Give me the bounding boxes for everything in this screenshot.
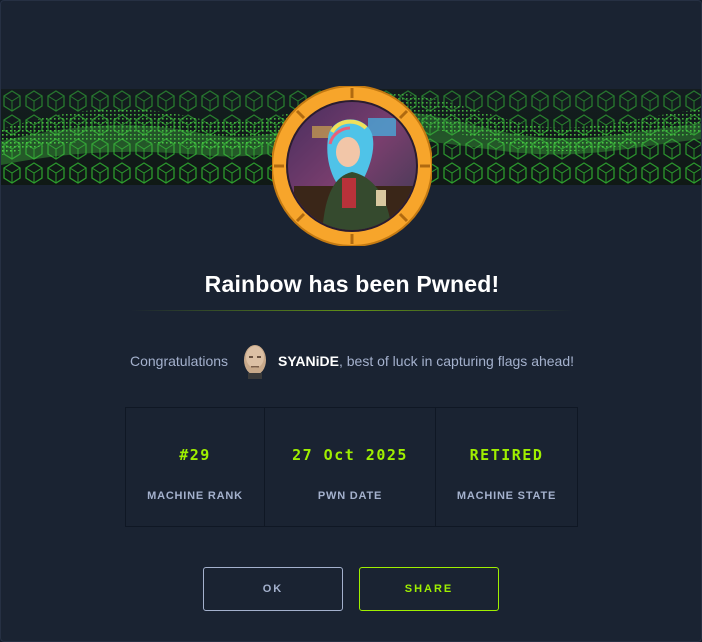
stat-value: 27 Oct 2025 bbox=[292, 446, 408, 464]
stat-label: MACHINE RANK bbox=[147, 490, 243, 502]
stat-value: #29 bbox=[179, 446, 211, 464]
share-button[interactable]: SHARE bbox=[359, 567, 499, 611]
title-divider bbox=[131, 310, 573, 311]
congrats-line: Congratulations SYANiDE , best of luck i… bbox=[1, 343, 701, 379]
stat-value: RETIRED bbox=[469, 446, 544, 464]
congrats-suffix: , best of luck in capturing flags ahead! bbox=[338, 353, 575, 369]
stat-label: PWN DATE bbox=[317, 490, 383, 502]
username: SYANiDE bbox=[278, 353, 339, 369]
stat-pwn-date: 27 Oct 2025 PWN DATE bbox=[265, 408, 436, 526]
ok-button[interactable]: OK bbox=[203, 567, 343, 611]
congrats-prefix: Congratulations bbox=[129, 353, 229, 369]
stat-machine-state: RETIRED MACHINE STATE bbox=[436, 408, 577, 526]
machine-avatar bbox=[271, 85, 433, 247]
stats-panel: #29 MACHINE RANK 27 Oct 2025 PWN DATE RE… bbox=[125, 407, 578, 527]
pwned-dialog: Rainbow has been Pwned! Congratulations … bbox=[0, 0, 702, 642]
user-avatar bbox=[240, 343, 270, 379]
dialog-title: Rainbow has been Pwned! bbox=[204, 271, 500, 297]
stat-machine-rank: #29 MACHINE RANK bbox=[126, 408, 265, 526]
stat-label: MACHINE STATE bbox=[456, 490, 557, 502]
